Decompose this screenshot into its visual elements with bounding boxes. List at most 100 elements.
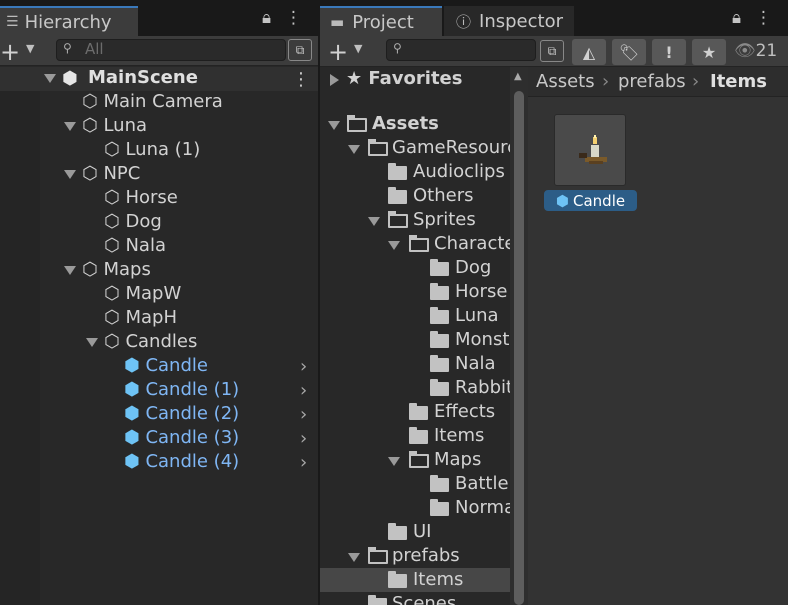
search-icon: ⚲: [63, 41, 72, 55]
search-by-type-icon[interactable]: ⧉: [540, 40, 564, 62]
hierarchy-item-candle-3[interactable]: ⬢ Candle (3): [124, 426, 239, 450]
tree-item-dog[interactable]: Dog: [455, 256, 491, 280]
tree-scrollbar[interactable]: ▲: [510, 67, 528, 605]
folder-icon: [430, 283, 449, 300]
tree-item-gameresources[interactable]: GameResources: [392, 136, 510, 160]
hidden-packages-toggle[interactable]: 👁︎21: [734, 41, 777, 61]
breadcrumb-assets[interactable]: Assets: [536, 71, 595, 92]
expand-arrow-icon[interactable]: [44, 74, 56, 83]
scroll-up-icon[interactable]: ▲: [514, 71, 522, 82]
expand-arrow-icon[interactable]: [348, 145, 360, 154]
add-icon[interactable]: +: [328, 38, 348, 66]
tree-item-effects[interactable]: Effects: [434, 400, 495, 424]
hierarchy-item-horse[interactable]: ⬡ Horse: [104, 186, 178, 210]
expand-arrow-icon[interactable]: [64, 266, 76, 275]
expand-arrow-icon[interactable]: [64, 170, 76, 179]
filter-by-type-button[interactable]: ◭: [572, 39, 606, 65]
hierarchy-item-candles[interactable]: ⬡ Candles: [104, 330, 197, 354]
tree-item-luna[interactable]: Luna: [455, 304, 499, 328]
expand-arrow-icon[interactable]: [368, 217, 380, 226]
hierarchy-search-input[interactable]: ⚲ All: [56, 39, 286, 61]
chevron-down-icon[interactable]: ▼: [354, 42, 362, 55]
expand-arrow-icon[interactable]: [64, 122, 76, 131]
expand-arrow-icon[interactable]: [328, 121, 340, 130]
scrollbar-thumb[interactable]: [514, 91, 524, 605]
hierarchy-item-main-camera[interactable]: ⬡ Main Camera: [82, 90, 223, 114]
tree-item-ui[interactable]: UI: [413, 520, 431, 544]
log-types-button[interactable]: !: [652, 39, 686, 65]
hierarchy-item-nala[interactable]: ⬡ Nala: [104, 234, 166, 258]
hierarchy-item-candle-2[interactable]: ⬢ Candle (2): [124, 402, 239, 426]
tab-project[interactable]: ▬ Project: [320, 6, 442, 36]
hierarchy-item-luna[interactable]: ⬡ Luna: [82, 114, 147, 138]
hierarchy-item-candle-4[interactable]: ⬢ Candle (4): [124, 450, 239, 474]
chevron-down-icon[interactable]: ▼: [26, 42, 34, 55]
folder-icon: [430, 331, 449, 348]
tree-item-prefabs[interactable]: prefabs: [392, 544, 460, 568]
tree-item-assets[interactable]: Assets: [372, 112, 439, 136]
tab-hierarchy[interactable]: ☰ Hierarchy: [0, 6, 138, 36]
tree-item-prefabs-items[interactable]: Items: [413, 568, 463, 592]
gameobject-icon: ⬡: [104, 331, 120, 352]
chevron-right-icon[interactable]: ›: [300, 404, 307, 425]
tree-item-normal[interactable]: Normal: [455, 496, 510, 520]
tree-item-characters[interactable]: Characters: [434, 232, 510, 256]
tree-item-others[interactable]: Others: [413, 184, 474, 208]
tree-item-maps[interactable]: Maps: [434, 448, 481, 472]
hierarchy-item-mapw[interactable]: ⬡ MapW: [104, 282, 181, 306]
tree-item-nala[interactable]: Nala: [455, 352, 496, 376]
chevron-right-icon[interactable]: ›: [300, 452, 307, 473]
tree-item-audioclips[interactable]: Audioclips: [413, 160, 505, 184]
chevron-right-icon[interactable]: ›: [300, 428, 307, 449]
expand-arrow-icon[interactable]: [86, 338, 98, 347]
chevron-right-icon[interactable]: ›: [300, 380, 307, 401]
folder-open-icon: [368, 139, 388, 156]
more-options-icon[interactable]: ⋮: [285, 8, 302, 28]
hierarchy-item-maps[interactable]: ⬡ Maps: [82, 258, 151, 282]
asset-thumbnail[interactable]: [554, 114, 626, 186]
gameobject-icon: ⬡: [104, 283, 120, 304]
tree-item-horse[interactable]: Horse: [455, 280, 507, 304]
tab-inspector[interactable]: ⓘ Inspector: [444, 6, 574, 36]
chevron-right-icon[interactable]: ›: [300, 356, 307, 377]
breadcrumb-prefabs[interactable]: prefabs: [618, 71, 686, 92]
folder-icon: [430, 379, 449, 396]
asset-label[interactable]: ⬢ Candle: [544, 190, 637, 211]
more-options-icon[interactable]: ⋮: [755, 8, 772, 28]
filter-by-label-button[interactable]: 🏷︎: [612, 39, 646, 65]
folder-icon: [388, 523, 407, 540]
hierarchy-item-candle-1[interactable]: ⬢ Candle (1): [124, 378, 239, 402]
tree-item-monsters[interactable]: Monsters: [455, 328, 510, 352]
tree-item-scenes[interactable]: Scenes: [392, 592, 456, 605]
project-toolbar: + ▼ ⚲ ⧉ ◭ 🏷︎ ! ★ 👁︎21: [320, 36, 788, 67]
favorites-item[interactable]: ★ Favorites: [346, 67, 462, 91]
tree-item-battle[interactable]: Battle: [455, 472, 509, 496]
lock-icon[interactable]: 🔒︎: [262, 8, 271, 28]
hierarchy-item-maph[interactable]: ⬡ MapH: [104, 306, 177, 330]
eye-icon: 👁︎: [734, 41, 756, 61]
expand-arrow-icon[interactable]: [388, 241, 400, 250]
tree-item-sprites[interactable]: Sprites: [413, 208, 476, 232]
gameobject-icon: ⬡: [104, 307, 120, 328]
hierarchy-item-candle[interactable]: ⬢ Candle: [124, 354, 208, 378]
folder-icon: [368, 595, 387, 605]
expand-arrow-icon[interactable]: [348, 553, 360, 562]
tree-item-items[interactable]: Items: [434, 424, 484, 448]
search-by-type-icon[interactable]: ⧉: [288, 39, 312, 61]
favorites-button[interactable]: ★: [692, 39, 726, 65]
expand-arrow-icon[interactable]: [330, 74, 339, 86]
hierarchy-item-dog[interactable]: ⬡ Dog: [104, 210, 162, 234]
scene-menu-icon[interactable]: ⋮: [292, 69, 310, 90]
folder-icon: [430, 307, 449, 324]
gameobject-icon: ⬡: [82, 163, 98, 184]
expand-arrow-icon[interactable]: [388, 457, 400, 466]
lock-icon[interactable]: 🔒︎: [732, 8, 741, 28]
hierarchy-item-npc[interactable]: ⬡ NPC: [82, 162, 140, 186]
breadcrumb-items[interactable]: Items: [710, 71, 767, 92]
project-search-input[interactable]: ⚲: [386, 39, 536, 61]
hierarchy-item-luna-1[interactable]: ⬡ Luna (1): [104, 138, 200, 162]
search-icon: ⚲: [393, 41, 402, 55]
prefab-icon: ⬢: [124, 355, 140, 376]
add-icon[interactable]: +: [0, 38, 20, 66]
tree-item-rabbit[interactable]: Rabbit: [455, 376, 510, 400]
